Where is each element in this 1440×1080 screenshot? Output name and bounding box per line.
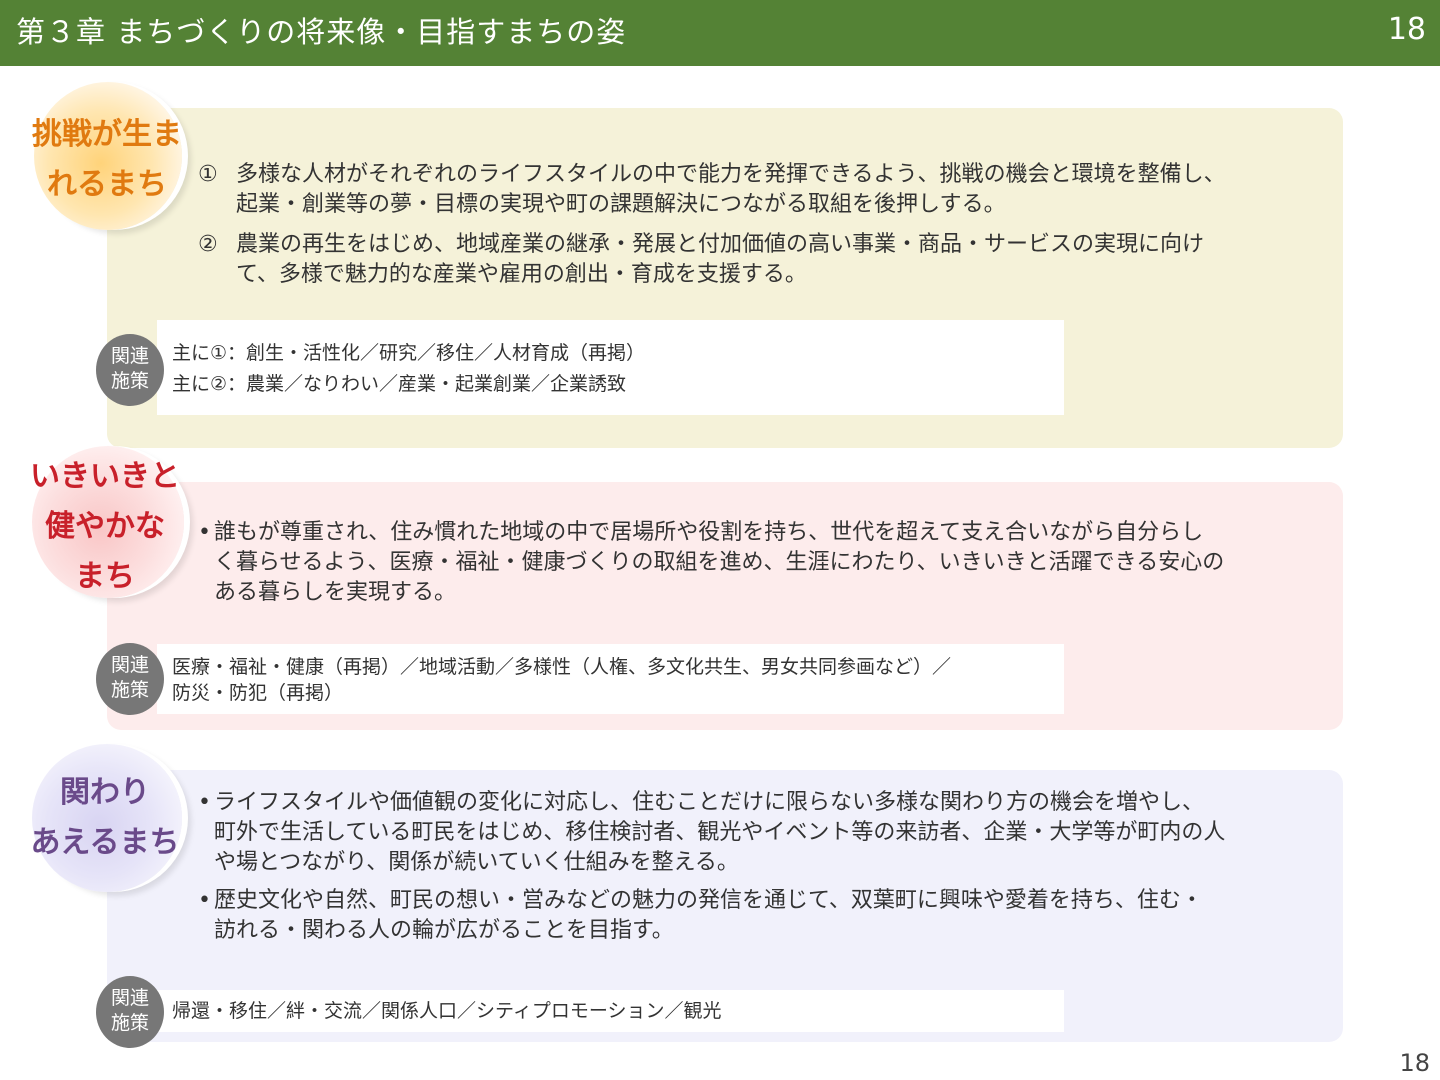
related-policy-line: 主に②：農業／なりわい／産業・起業創業／企業誘致 <box>172 373 627 395</box>
related-policy-line: 防災・防犯（再掲） <box>172 682 344 704</box>
item-marker: ② <box>198 232 218 257</box>
chapter-header: 第３章 まちづくりの将来像・目指すまちの姿 18 <box>0 0 1440 66</box>
item-text-line: 農業の再生をはじめ、地域産業の継承・発展と付加価値の高い事業・商品・サービスの実… <box>236 232 1205 257</box>
related-policy-line: 主に①：創生・活性化／研究／移住／人材育成（再掲） <box>172 342 646 364</box>
item-text-line: 町外で生活している町民をはじめ、移住検討者、観光やイベント等の来訪者、企業・大学… <box>214 820 1226 845</box>
goal-item: • ライフスタイルや価値観の変化に対応し、住むことだけに限らない多様な関わり方の… <box>198 788 1225 878</box>
goal-item: • 誰もが尊重され、住み慣れた地域の中で居場所や役割を持ち、世代を超えて支え合い… <box>198 518 1224 608</box>
goal-item: ② 農業の再生をはじめ、地域産業の継承・発展と付加価値の高い事業・商品・サービス… <box>198 230 1204 290</box>
item-text-line: て、多様で魅力的な産業や雇用の創出・育成を支援する。 <box>236 262 807 287</box>
theme-title-line: いきいきと <box>30 459 180 494</box>
related-policies-badge: 関連 施策 <box>96 334 164 406</box>
item-text-line: や場とつながり、関係が続いていく仕組みを整える。 <box>214 850 739 875</box>
theme-title-healthy: いきいきと 健やかな まち <box>10 452 200 602</box>
item-marker: • <box>198 790 211 815</box>
theme-title-challenge: 挑戦が生ま れるまち <box>12 110 202 210</box>
item-text-line: 多様な人材がそれぞれのライフスタイルの中で能力を発揮できるよう、挑戦の機会と環境… <box>236 162 1226 187</box>
footer-page-number: 18 <box>1399 1049 1430 1077</box>
theme-title-line: 健やかな <box>45 509 165 544</box>
goal-item: ① 多様な人材がそれぞれのライフスタイルの中で能力を発揮できるよう、挑戦の機会と… <box>198 160 1226 220</box>
theme-title-line: れるまち <box>47 167 167 202</box>
item-marker: ① <box>198 162 218 187</box>
theme-title-connect: 関わり あえるまち <box>10 768 200 868</box>
related-policy-line: 帰還・移住／絆・交流／関係人口／シティプロモーション／観光 <box>172 1000 722 1022</box>
header-page-number: 18 <box>1387 12 1426 47</box>
theme-title-line: 挑戦が生ま <box>32 117 182 152</box>
related-policies-box: 帰還・移住／絆・交流／関係人口／シティプロモーション／観光 <box>157 990 1064 1032</box>
related-policies-badge: 関連 施策 <box>96 976 164 1048</box>
chapter-title: 第３章 まちづくりの将来像・目指すまちの姿 <box>16 15 627 49</box>
theme-title-line: 関わり <box>60 775 150 810</box>
item-marker: • <box>198 888 211 913</box>
item-text-line: 歴史文化や自然、町民の想い・営みなどの魅力の発信を通じて、双葉町に興味や愛着を持… <box>214 888 1203 913</box>
item-text-line: 起業・創業等の夢・目標の実現や町の課題解決につながる取組を後押しする。 <box>236 192 1006 217</box>
related-policies-box: 医療・福祉・健康（再掲）／地域活動／多様性（人権、多文化共生、男女共同参画など）… <box>157 644 1064 714</box>
goal-item: • 歴史文化や自然、町民の想い・営みなどの魅力の発信を通じて、双葉町に興味や愛着… <box>198 886 1203 946</box>
theme-title-line: あえるまち <box>30 825 180 860</box>
item-text-line: 誰もが尊重され、住み慣れた地域の中で居場所や役割を持ち、世代を超えて支え合いなが… <box>214 520 1204 545</box>
item-text-line: く暮らせるよう、医療・福祉・健康づくりの取組を進め、生涯にわたり、いきいきと活躍… <box>214 550 1225 575</box>
related-policies-badge: 関連 施策 <box>96 643 164 715</box>
theme-title-line: まち <box>75 559 135 594</box>
item-text-line: ライフスタイルや価値観の変化に対応し、住むことだけに限らない多様な関わり方の機会… <box>214 790 1205 815</box>
item-marker: • <box>198 520 211 545</box>
item-text-line: ある暮らしを実現する。 <box>214 580 457 605</box>
related-policies-box: 主に①：創生・活性化／研究／移住／人材育成（再掲） 主に②：農業／なりわい／産業… <box>157 320 1064 415</box>
item-text-line: 訪れる・関わる人の輪が広がることを目指す。 <box>214 918 674 943</box>
